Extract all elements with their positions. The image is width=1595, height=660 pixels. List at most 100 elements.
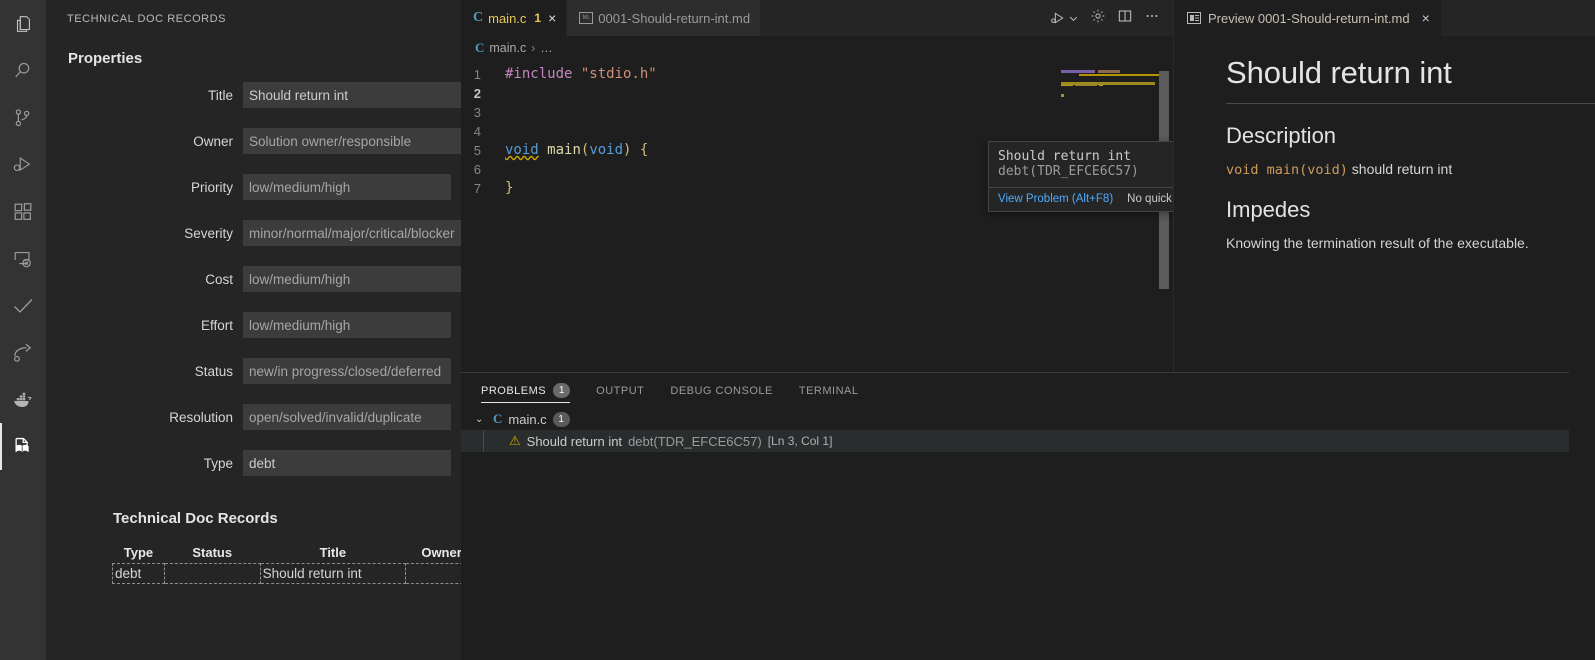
more-actions-button[interactable] xyxy=(1144,8,1160,29)
line-number: 1 xyxy=(473,67,481,82)
preview-tab-bar: Preview 0001-Should-return-int.md × xyxy=(1174,0,1595,36)
line-number: 4 xyxy=(473,124,481,139)
resolution-input[interactable] xyxy=(243,404,451,430)
tab-output[interactable]: OUTPUT xyxy=(596,373,644,408)
label-owner: Owner xyxy=(193,133,233,149)
sidebar-title: TECHNICAL DOC RECORDS xyxy=(67,13,227,25)
title-input[interactable] xyxy=(243,82,461,108)
activity-item-extensions[interactable] xyxy=(0,188,46,235)
table-header-row: Type Status Title Owner xyxy=(113,545,461,564)
tab-markdown-doc[interactable]: M↓ 0001-Should-return-int.md xyxy=(567,0,762,36)
chevron-down-icon xyxy=(1069,16,1078,21)
preview-description-text: should return int xyxy=(1347,161,1453,178)
cell-status xyxy=(163,563,261,584)
tab-main-c[interactable]: C main.c 1 × xyxy=(461,0,568,36)
line-number: 7 xyxy=(473,181,481,196)
label-priority: Priority xyxy=(190,179,233,195)
form-row-type: Type xyxy=(46,447,461,479)
problem-item[interactable]: ⚠ Should return int debt(TDR_EFCE6C57) [… xyxy=(461,430,1569,452)
problem-location: [Ln 3, Col 1] xyxy=(767,434,833,448)
activity-item-remote-explorer[interactable] xyxy=(0,235,46,282)
form-row-severity: Severity xyxy=(46,217,461,249)
activity-item-live-share[interactable] xyxy=(0,329,46,376)
label-title: Title xyxy=(207,87,233,103)
problems-file-group[interactable]: ⌄ C main.c 1 xyxy=(461,408,1569,430)
code-area[interactable]: 1 #include "stdio.h" 2 3 4 5 void main(v… xyxy=(461,60,1173,372)
vscode-window: TECHNICAL DOC RECORDS Properties Title O… xyxy=(0,0,1595,660)
records-heading: Technical Doc Records xyxy=(113,510,278,527)
effort-input[interactable] xyxy=(243,312,451,338)
warning-icon: ⚠ xyxy=(509,433,521,448)
code-line: 1 #include "stdio.h" xyxy=(461,65,1173,84)
activity-item-todo-tree[interactable] xyxy=(0,282,46,329)
preview-tab-label: Preview 0001-Should-return-int.md xyxy=(1208,10,1410,26)
activity-item-source-control[interactable] xyxy=(0,94,46,141)
tab-debug-console[interactable]: DEBUG CONSOLE xyxy=(670,373,772,408)
check-icon xyxy=(11,294,35,318)
preview-paragraph-impedes: Knowing the termination result of the ex… xyxy=(1226,235,1529,252)
preview-paragraph-description: void main(void) should return int xyxy=(1226,161,1595,178)
type-input[interactable] xyxy=(243,450,451,476)
cost-input[interactable] xyxy=(243,266,461,292)
run-and-debug-button[interactable] xyxy=(1050,10,1079,26)
hover-source: debt(TDR_EFCE6C57) xyxy=(998,164,1139,179)
split-editor-button[interactable] xyxy=(1117,8,1133,29)
breadcrumb-file[interactable]: main.c xyxy=(489,41,526,55)
status-input[interactable] xyxy=(243,358,451,384)
activity-item-search[interactable] xyxy=(0,47,46,94)
c-file-icon: C xyxy=(493,411,503,426)
main-area: C main.c 1 × M↓ 0001-Should-return-int.m… xyxy=(461,0,1595,660)
activity-item-docker[interactable] xyxy=(0,376,46,423)
tab-problems[interactable]: PROBLEMS 1 xyxy=(481,373,571,408)
activity-item-run-and-debug[interactable] xyxy=(0,141,46,188)
docker-icon xyxy=(12,388,35,411)
settings-button[interactable] xyxy=(1090,8,1106,29)
panel-tab-label-debug-console: DEBUG CONSOLE xyxy=(670,384,773,397)
properties-heading: Properties xyxy=(68,50,143,67)
col-header-status: Status xyxy=(192,545,233,560)
problem-message: Should return int xyxy=(526,433,623,449)
preview-divider xyxy=(1226,103,1595,105)
editor-tab-bar: C main.c 1 × M↓ 0001-Should-return-int.m… xyxy=(461,0,1173,36)
activity-item-technical-doc-records[interactable] xyxy=(0,423,46,470)
priority-input[interactable] xyxy=(243,174,451,200)
problems-file-name: main.c xyxy=(508,411,547,427)
col-header-type: Type xyxy=(123,545,154,560)
close-icon[interactable]: × xyxy=(1422,10,1430,26)
markdown-preview-pane: Preview 0001-Should-return-int.md × Shou… xyxy=(1173,0,1595,372)
breadcrumb-tail[interactable]: … xyxy=(540,41,553,55)
editor-tab-actions xyxy=(1050,0,1173,36)
overview-ruler-warning xyxy=(1079,74,1159,76)
close-icon[interactable]: × xyxy=(548,11,556,25)
line-content: } xyxy=(505,180,514,196)
problems-file-count: 1 xyxy=(552,411,570,427)
table-row[interactable]: debt Should return int xyxy=(112,563,461,584)
panel-tab-label-terminal: TERMINAL xyxy=(798,384,859,397)
activity-item-explorer[interactable] xyxy=(0,0,46,47)
tab-terminal[interactable]: TERMINAL xyxy=(799,373,859,408)
label-effort: Effort xyxy=(200,317,233,333)
owner-input[interactable] xyxy=(243,128,461,154)
chevron-down-icon[interactable]: ⌄ xyxy=(475,414,487,425)
preview-heading-description: Description xyxy=(1226,123,1337,149)
line-content: #include "stdio.h" xyxy=(505,66,657,82)
line-number: 2 xyxy=(473,86,481,101)
label-resolution: Resolution xyxy=(169,409,233,425)
run-debug-icon xyxy=(1051,12,1064,24)
tab-label-markdown-doc: 0001-Should-return-int.md xyxy=(598,10,751,26)
severity-input[interactable] xyxy=(243,220,461,246)
gear-icon xyxy=(1091,9,1105,22)
records-table: Type Status Title Owner debt Should retu… xyxy=(112,545,461,584)
ellipsis-icon xyxy=(1146,14,1158,17)
no-quick-fixes-label: No quick fixes available xyxy=(1127,193,1173,205)
problem-source: debt(TDR_EFCE6C57) xyxy=(628,433,762,449)
breadcrumb-c-file-icon: C xyxy=(475,40,485,55)
panel-tab-bar: PROBLEMS 1 OUTPUT DEBUG CONSOLE TERMINAL xyxy=(461,373,1569,408)
label-type: Type xyxy=(203,455,233,471)
preview-title: Should return int xyxy=(1226,55,1452,90)
hover-message-row: Should return int debt(TDR_EFCE6C57) xyxy=(989,142,1173,187)
code-editor-pane: C main.c 1 × M↓ 0001-Should-return-int.m… xyxy=(461,0,1173,372)
view-problem-link[interactable]: View Problem (Alt+F8) xyxy=(998,193,1113,205)
tab-markdown-preview[interactable]: Preview 0001-Should-return-int.md × xyxy=(1174,0,1441,36)
cell-owner xyxy=(405,563,461,584)
